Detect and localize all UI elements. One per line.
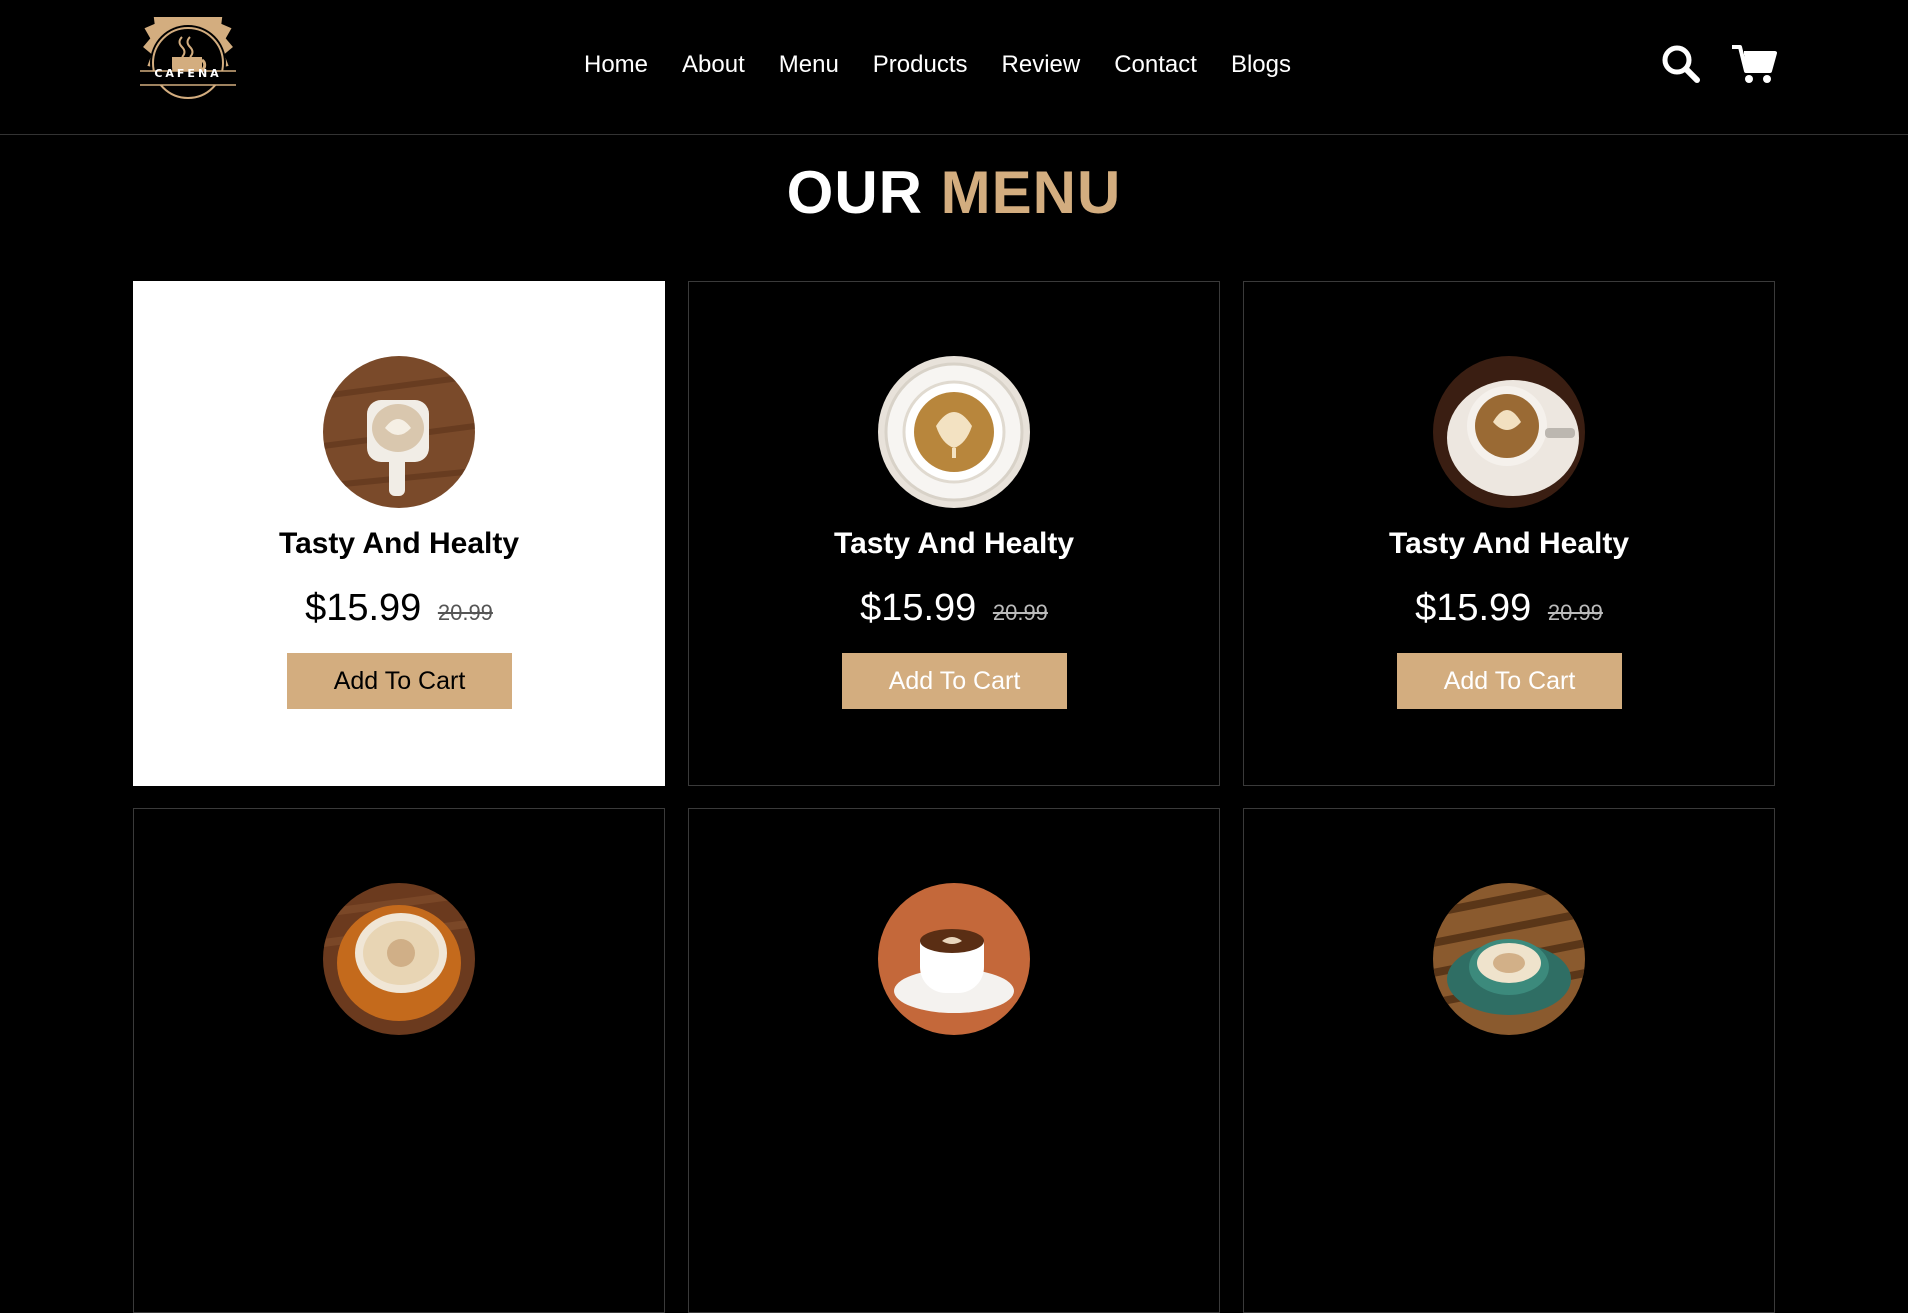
- current-price: $15.99: [1415, 587, 1532, 629]
- coffee-image: [878, 883, 1030, 1035]
- logo-badge-icon: [140, 0, 236, 101]
- add-to-cart-button[interactable]: Add To Cart: [287, 653, 512, 709]
- item-price: $15.99 20.99: [689, 586, 1219, 635]
- page-title: OUR MENU: [0, 158, 1908, 228]
- menu-grid: Tasty And Healty $15.99 20.99 Add To Car…: [133, 281, 1775, 1313]
- old-price: 20.99: [992, 600, 1048, 625]
- title-part-menu: MENU: [940, 159, 1122, 226]
- nav-about[interactable]: About: [682, 51, 745, 79]
- current-price: $15.99: [860, 587, 977, 629]
- coffee-image: [1433, 883, 1585, 1035]
- site-header: CAFENA Home About Menu Products Review C…: [0, 0, 1908, 135]
- coffee-image: [878, 356, 1030, 508]
- old-price: 20.99: [437, 600, 493, 625]
- search-icon: [1662, 45, 1700, 83]
- nav-products[interactable]: Products: [873, 51, 968, 79]
- item-title: Tasty And Healty: [1388, 527, 1630, 560]
- nav-review[interactable]: Review: [1002, 51, 1081, 79]
- logo-text: CAFENA: [154, 67, 222, 80]
- item-price: $15.99 20.99: [134, 586, 664, 635]
- add-to-cart-button[interactable]: Add To Cart: [1397, 653, 1622, 709]
- menu-card: [1243, 808, 1775, 1313]
- menu-card: [133, 808, 665, 1313]
- item-price: $15.99 20.99: [1244, 586, 1774, 635]
- coffee-image: [323, 883, 475, 1035]
- menu-card: Tasty And Healty $15.99 20.99 Add To Car…: [1243, 281, 1775, 786]
- coffee-image: [323, 356, 475, 508]
- add-to-cart-button[interactable]: Add To Cart: [842, 653, 1067, 709]
- cafena-logo[interactable]: CAFENA: [133, 0, 243, 109]
- nav-blogs[interactable]: Blogs: [1231, 51, 1291, 79]
- main-nav: Home About Menu Products Review Contact …: [584, 50, 1291, 80]
- current-price: $15.99: [305, 587, 422, 629]
- title-part-our: OUR: [786, 159, 923, 226]
- nav-home[interactable]: Home: [584, 51, 648, 79]
- old-price: 20.99: [1547, 600, 1603, 625]
- menu-card: Tasty And Healty $15.99 20.99 Add To Car…: [133, 281, 665, 786]
- item-title: Tasty And Healty: [833, 527, 1075, 560]
- search-button[interactable]: [1659, 42, 1703, 86]
- cart-icon: [1732, 45, 1777, 83]
- nav-contact[interactable]: Contact: [1114, 51, 1197, 79]
- coffee-image: [1433, 356, 1585, 508]
- menu-card: Tasty And Healty $15.99 20.99 Add To Car…: [688, 281, 1220, 786]
- nav-menu[interactable]: Menu: [779, 51, 839, 79]
- item-title: Tasty And Healty: [278, 527, 520, 560]
- menu-card: [688, 808, 1220, 1313]
- cart-button[interactable]: [1730, 42, 1777, 86]
